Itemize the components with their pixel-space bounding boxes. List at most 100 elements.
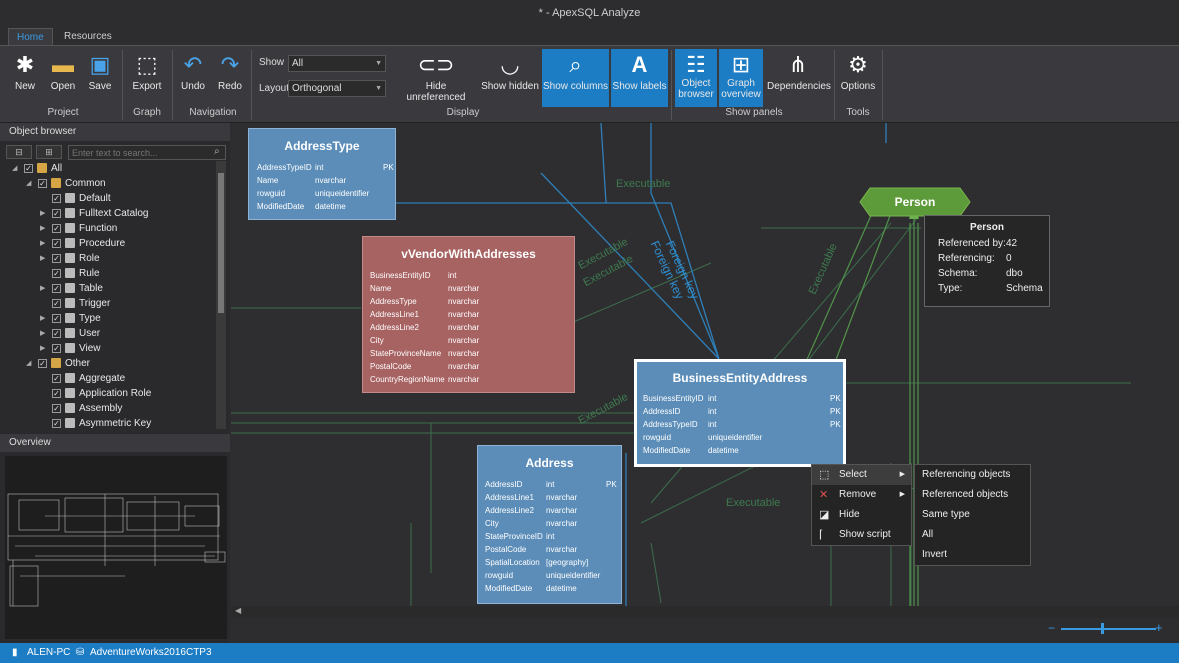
checkbox[interactable]: ✓ [52,343,61,353]
checkbox[interactable]: ✓ [52,418,61,428]
tree-item-default[interactable]: ✓ Default [52,191,111,206]
layout-dropdown[interactable]: Orthogonal ▼ [288,80,386,97]
tree-item-application-role[interactable]: ✓ Application Role [52,386,151,401]
show-columns-button[interactable]: ⌕ Show columns [542,49,609,107]
menu-item-show-script[interactable]: ⌈ Show script [812,525,911,545]
key-icon [65,418,75,429]
checkbox[interactable]: ✓ [52,328,61,338]
tab-home[interactable]: Home [8,28,53,45]
overview-minimap[interactable] [5,456,227,639]
export-button[interactable]: ⬚ Export [128,49,166,105]
tree-item-common[interactable]: ✓ Common [38,176,106,191]
entity-businessentityaddress[interactable]: BusinessEntityAddress BusinessEntityID in… [634,359,846,467]
zoom-out-icon[interactable]: − [1048,621,1055,635]
horizontal-scrollbar[interactable]: ◀ [231,606,1179,618]
save-button[interactable]: ▣ Save [84,49,116,105]
entity-vvendorwithaddresses[interactable]: vVendorWithAddresses BusinessEntityID int… [362,236,575,393]
tree-item-role[interactable]: ✓ Role [52,251,100,266]
checkbox[interactable]: ✓ [24,163,33,173]
expand-all-button[interactable]: ⊞ [36,145,62,159]
submenu-item-same-type[interactable]: Same type [915,505,1030,525]
tree-item-user[interactable]: ✓ User [52,326,100,341]
application-role-icon [65,388,75,399]
group-label-tools: Tools [846,107,870,118]
zoom-slider-thumb[interactable] [1101,623,1104,634]
checkbox[interactable]: ✓ [52,313,61,323]
scroll-left-icon[interactable]: ◀ [235,606,241,615]
submenu-item-referencing-objects[interactable]: Referencing objects [915,465,1030,485]
group-label-graph: Graph [133,107,161,118]
menu-item-remove[interactable]: ✕ Remove ▶ [812,485,911,505]
checkbox[interactable]: ✓ [38,358,47,368]
tree-item-rule[interactable]: ✓ Rule [52,266,100,281]
object-browser-button[interactable]: ☷ Object browser [675,49,717,107]
undo-button[interactable]: ↶ Undo [177,49,209,105]
eye-icon: ◡ [500,52,520,77]
show-labels-button[interactable]: A Show labels [611,49,668,107]
entity-address[interactable]: Address AddressID int PK AddressLine1 nvarc… [477,445,622,604]
checkbox[interactable]: ✓ [52,388,61,398]
checkbox[interactable]: ✓ [38,178,47,188]
tree-item-other[interactable]: ✓ Other [38,356,90,371]
search-input[interactable] [68,145,226,160]
zoom-in-icon[interactable]: + [1155,620,1163,635]
chevron-right-icon[interactable]: ▶ [40,239,45,247]
tab-resources[interactable]: Resources [56,28,120,45]
open-button[interactable]: ▬ Open [45,49,81,105]
chevron-right-icon[interactable]: ▶ [40,329,45,337]
submenu-item-all[interactable]: All [915,525,1030,545]
chevron-right-icon[interactable]: ▶ [40,314,45,322]
scrollbar-thumb[interactable] [218,173,224,313]
folder-icon: ▬ [52,52,74,77]
collapse-all-button[interactable]: ⊟ [6,145,32,159]
tree-item-assembly[interactable]: ✓ Assembly [52,401,122,416]
hide-unreferenced-button[interactable]: ⊂⊃ Hide unreferenced [396,49,476,105]
chevron-right-icon[interactable]: ▶ [40,254,45,262]
tree-item-table[interactable]: ✓ Table [52,281,103,296]
chevron-right-icon[interactable]: ▶ [40,344,45,352]
redo-button[interactable]: ↷ Redo [214,49,246,105]
graph-overview-button[interactable]: ⊞ Graph overview [719,49,763,107]
checkbox[interactable]: ✓ [52,283,61,293]
chevron-down-icon[interactable]: ◢ [12,164,17,172]
checkbox[interactable]: ✓ [52,403,61,413]
checkbox[interactable]: ✓ [52,298,61,308]
tree-item-function[interactable]: ✓ Function [52,221,117,236]
checkbox[interactable]: ✓ [52,268,61,278]
submenu-item-referenced-objects[interactable]: Referenced objects [915,485,1030,505]
status-database: AdventureWorks2016CTP3 [90,647,212,658]
tree-item-fulltext-catalog[interactable]: ✓ Fulltext Catalog [52,206,148,221]
tree-item-type[interactable]: ✓ Type [52,311,101,326]
show-dropdown[interactable]: All ▼ [288,55,386,72]
chevron-down-icon[interactable]: ◢ [26,179,31,187]
tree-item-asymmetric-key[interactable]: ✓ Asymmetric Key [52,416,151,431]
chevron-right-icon[interactable]: ▶ [40,224,45,232]
tree-item-procedure[interactable]: ✓ Procedure [52,236,125,251]
checkbox[interactable]: ✓ [52,223,61,233]
checkbox[interactable]: ✓ [52,238,61,248]
zoom-bar: − + [231,618,1179,643]
checkbox[interactable]: ✓ [52,253,61,263]
dependencies-button[interactable]: ⋔ Dependencies [767,49,831,105]
diagram-canvas[interactable]: Executable Executable Executable Executa… [231,123,1179,606]
tree-scrollbar[interactable] [216,161,226,429]
zoom-slider[interactable] [1061,628,1156,630]
tree-item-view[interactable]: ✓ View [52,341,101,356]
show-hidden-button[interactable]: ◡ Show hidden [481,49,539,105]
menu-item-hide[interactable]: ◪ Hide [812,505,911,525]
menu-item-select[interactable]: ⬚ Select ▶ [812,465,911,485]
new-button[interactable]: ✱ New [8,49,42,105]
submenu-item-invert[interactable]: Invert [915,545,1030,565]
checkbox[interactable]: ✓ [52,193,61,203]
chevron-right-icon[interactable]: ▶ [40,209,45,217]
entity-addresstype[interactable]: AddressType AddressTypeID int PK Name nvarc… [248,128,396,220]
chevron-right-icon[interactable]: ▶ [40,284,45,292]
tree-item-all[interactable]: ✓ All [24,161,62,176]
checkbox[interactable]: ✓ [52,373,61,383]
chevron-down-icon[interactable]: ◢ [26,359,31,367]
options-button[interactable]: ⚙ Options [838,49,878,105]
checkbox[interactable]: ✓ [52,208,61,218]
column-row: BusinessEntityID int PK [643,394,841,403]
tree-item-aggregate[interactable]: ✓ Aggregate [52,371,125,386]
tree-item-trigger[interactable]: ✓ Trigger [52,296,110,311]
